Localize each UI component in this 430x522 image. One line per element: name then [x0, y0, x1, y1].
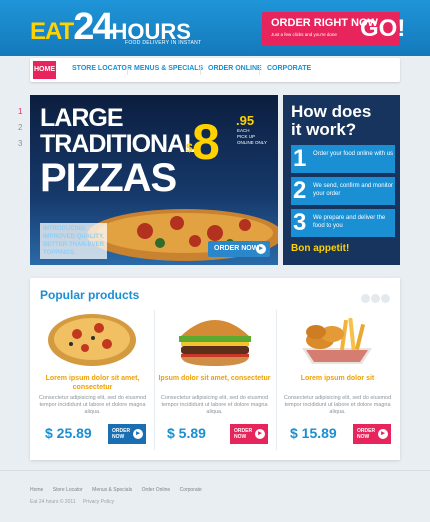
pager-item-2[interactable]: 2	[18, 123, 22, 139]
order-now-button[interactable]: ORDER NOW ▸	[230, 424, 268, 444]
hero-title: LARGE TRADITIONAL PIZZAS	[40, 104, 199, 200]
burger-icon[interactable]	[175, 310, 255, 368]
nav-separator	[200, 65, 201, 75]
product-description: Consectetur adipisicing elit, sed do eiu…	[283, 395, 392, 415]
logo-number: 24	[73, 6, 113, 48]
arrow-right-icon: ▸	[256, 244, 266, 254]
product-card: Ipsum dolor sit amet, consectetur Consec…	[157, 310, 272, 455]
footer-links: Home Store Locator Menus & Specials Orde…	[30, 487, 210, 493]
how-title-line: it work?	[291, 120, 357, 139]
nav-item-order-online[interactable]: ORDER ONLINE	[208, 65, 262, 72]
go-button[interactable]: GO!	[360, 15, 405, 43]
how-title: How does it work?	[291, 103, 371, 139]
pizza-icon[interactable]	[47, 310, 137, 368]
pager-item-3[interactable]: 3	[18, 139, 22, 155]
logo-tagline: FOOD DELIVERY IN INSTANT	[125, 40, 202, 46]
product-title[interactable]: Lorem ipsum dolor sit amet, consectetur	[35, 374, 150, 392]
main-nav: HOME STORE LOCATOR MENUS & SPECIALS ORDE…	[30, 58, 400, 82]
order-now-banner[interactable]: ORDER RIGHT NOW Just a few clicks and yo…	[262, 12, 405, 46]
footer-link-menus-specials[interactable]: Menus & Specials	[92, 487, 132, 493]
pager-item-1[interactable]: 1	[18, 107, 22, 123]
step-3: 3 We prepare and deliver the food to you	[291, 209, 395, 237]
hero-tagline-line: INTRODUCING	[43, 226, 86, 232]
hero-line-3: PIZZAS	[40, 156, 177, 200]
footer-link-order-online[interactable]: Order Online	[142, 487, 171, 493]
product-price: $ 5.89	[167, 425, 206, 441]
order-now-label: ORDER NOW	[234, 428, 253, 440]
footer-link-store-locator[interactable]: Store Locator	[53, 487, 83, 493]
product-price: $ 25.89	[45, 425, 92, 441]
price-main: 8	[192, 114, 220, 170]
product-description: Consectetur adipisicing elit, sed do eiu…	[160, 395, 269, 415]
privacy-policy-link[interactable]: Privacy Policy	[83, 499, 114, 505]
product-price: $ 15.89	[290, 425, 337, 441]
carousel-dots	[360, 290, 390, 308]
footer-copyright: Eat 24 hours © 2011 Privacy Policy	[30, 499, 114, 505]
hero-banner: LARGE TRADITIONAL PIZZAS $ 8 .95 EACH PI…	[30, 95, 278, 265]
step-number: 1	[293, 145, 307, 172]
carousel-dot[interactable]	[381, 294, 390, 303]
step-text: We prepare and deliver the food to you	[313, 215, 386, 229]
hero-tagline: INTRODUCING IMPROVED QUALITY. BETTER-THA…	[40, 223, 108, 259]
step-text: We send, confirm and monitor your order	[313, 183, 393, 197]
slide-pager: 1 2 3	[18, 107, 22, 155]
order-subtitle: Just a few clicks and you're done	[271, 32, 337, 37]
product-card: Lorem ipsum dolor sit amet, consectetur …	[35, 310, 150, 455]
order-now-label: ORDER NOW	[357, 428, 376, 440]
site-header: EAT24HOURS FOOD DELIVERY IN INSTANT ORDE…	[0, 0, 430, 56]
nav-item-home[interactable]: HOME	[33, 61, 56, 79]
section-title: Popular products	[40, 288, 140, 302]
hero-tagline-line: IMPROVED QUALITY.	[43, 234, 105, 240]
step-number: 3	[293, 209, 307, 236]
logo-eat: EAT	[30, 18, 74, 45]
carousel-dot[interactable]	[371, 294, 380, 303]
step-1: 1 Order your food online with us	[291, 145, 395, 173]
nav-separator	[127, 65, 128, 75]
hero-line-1: LARGE	[40, 104, 124, 132]
how-it-works-panel: How does it work? 1 Order your food onli…	[283, 95, 400, 265]
bon-appetit: Bon appetit!	[291, 243, 350, 254]
product-description: Consectetur adipisicing elit, sed do eiu…	[38, 395, 147, 415]
step-text: Order your food online with us	[313, 151, 394, 157]
order-now-label: ORDER NOW	[112, 428, 131, 440]
step-2: 2 We send, confirm and monitor your orde…	[291, 177, 395, 205]
arrow-right-icon: ▸	[133, 429, 143, 439]
price-cents: .95	[236, 113, 255, 128]
product-card: Lorem ipsum dolor sit Consectetur adipis…	[280, 310, 395, 455]
order-now-button[interactable]: ORDER NOW ▸	[353, 424, 391, 444]
product-title[interactable]: Lorem ipsum dolor sit	[280, 374, 395, 383]
nav-item-corporate[interactable]: CORPORATE	[267, 65, 311, 72]
product-divider	[154, 310, 155, 450]
footer-link-corporate[interactable]: Corporate	[180, 487, 202, 493]
step-number: 2	[293, 177, 307, 204]
carousel-dot[interactable]	[361, 294, 370, 303]
nav-separator	[259, 65, 260, 75]
product-title[interactable]: Ipsum dolor sit amet, consectetur	[157, 374, 272, 383]
price-note: EACH PICK UP ONLINE ONLY	[237, 128, 267, 146]
order-now-button[interactable]: ORDER NOW ▸	[108, 424, 146, 444]
popular-products: Popular products Lorem ipsum dolor sit a…	[30, 278, 400, 460]
arrow-right-icon: ▸	[378, 429, 388, 439]
price-note-line: ONLINE ONLY	[237, 140, 267, 145]
hero-tagline-line: BETTER-THAN-EVER	[43, 242, 104, 248]
shrimp-fries-icon[interactable]	[292, 310, 382, 368]
arrow-right-icon: ▸	[255, 429, 265, 439]
site-footer: Home Store Locator Menus & Specials Orde…	[0, 470, 430, 522]
how-title-line: How does	[291, 102, 372, 121]
hero-line-2: TRADITIONAL	[40, 130, 199, 158]
product-divider	[276, 310, 277, 450]
hero-order-button[interactable]: ORDER NOW ▸	[208, 241, 270, 257]
footer-link-home[interactable]: Home	[30, 487, 43, 493]
copyright-text: Eat 24 hours © 2011	[30, 499, 76, 505]
nav-item-store-locator[interactable]: STORE LOCATOR	[72, 65, 132, 72]
nav-item-menus-specials[interactable]: MENUS & SPECIALS	[134, 65, 203, 72]
hero-tagline-line: TOPPINGS.	[43, 250, 76, 256]
hero-order-label: ORDER NOW	[214, 245, 259, 252]
